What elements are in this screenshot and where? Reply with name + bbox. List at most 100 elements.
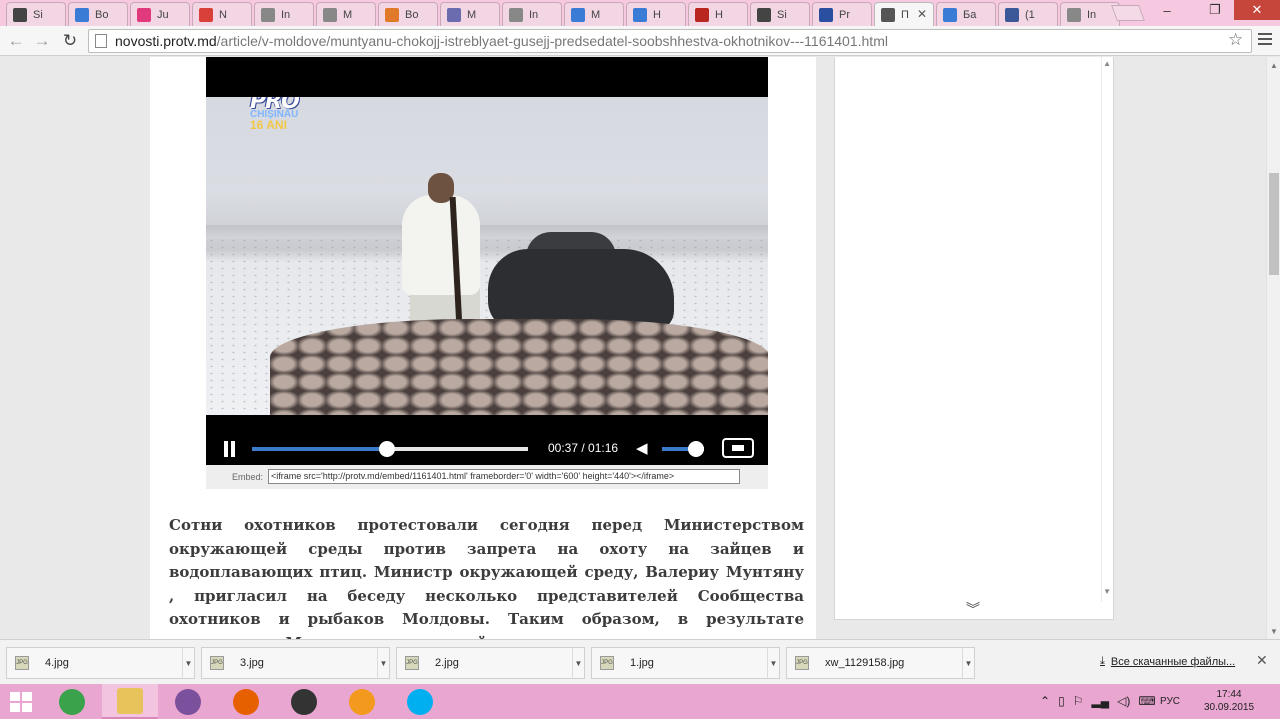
volume-slider[interactable] bbox=[662, 441, 704, 457]
embed-code-field[interactable]: <iframe src='http://protv.md/embed/11614… bbox=[268, 469, 740, 484]
tab-label: N bbox=[219, 8, 227, 21]
fullscreen-icon[interactable] bbox=[722, 438, 754, 458]
device-icon[interactable]: ▯ bbox=[1058, 694, 1065, 708]
chevron-up-icon[interactable]: ⌃ bbox=[1040, 694, 1050, 708]
show-all-downloads-link[interactable]: ⤓ Все скачанные файлы... bbox=[1100, 655, 1235, 668]
chevron-down-icon[interactable]: ▼ bbox=[182, 648, 194, 678]
blocks-icon bbox=[75, 7, 89, 22]
browser-tab[interactable]: Bo bbox=[378, 2, 438, 26]
video-frame[interactable]: PRO CHIȘINĂU 16 ANI bbox=[206, 97, 768, 415]
video-player[interactable]: PRO CHIȘINĂU 16 ANI 00:37 / 01:16 ◀ bbox=[206, 57, 768, 465]
clock[interactable]: 17:44 30.09.2015 bbox=[1198, 688, 1260, 714]
download-item[interactable]: JPG 1.jpg ▼ bbox=[591, 647, 780, 679]
language-indicator[interactable]: РУС bbox=[1160, 696, 1180, 707]
chevron-down-icon[interactable]: ▼ bbox=[962, 648, 974, 678]
restore-icon[interactable]: ❐ bbox=[1198, 0, 1232, 20]
reload-icon[interactable]: ↻ bbox=[60, 31, 80, 51]
address-bar[interactable]: novosti.protv.md /article/v-moldove/munt… bbox=[88, 29, 1252, 53]
system-tray: ⌃ ▯ ⚐ ▂▄ ◁) ⌨ bbox=[1040, 694, 1156, 708]
article-column: PRO CHIȘINĂU 16 ANI 00:37 / 01:16 ◀ Embe… bbox=[150, 57, 816, 639]
taskbar-app[interactable] bbox=[160, 684, 216, 719]
network-icon[interactable]: ▂▄ bbox=[1091, 694, 1109, 708]
tab-label: Si bbox=[33, 8, 43, 21]
browser-tab[interactable]: Ба bbox=[936, 2, 996, 26]
scrollbar-thumb[interactable] bbox=[1269, 173, 1279, 275]
tab-label: Bo bbox=[405, 8, 419, 21]
minimize-icon[interactable]: – bbox=[1150, 0, 1184, 20]
close-window-icon[interactable]: ✕ bbox=[1234, 0, 1280, 20]
seek-handle[interactable] bbox=[379, 441, 396, 457]
web-page: PRO CHIȘINĂU 16 ANI 00:37 / 01:16 ◀ Embe… bbox=[0, 57, 1266, 639]
image-file-icon: JPG bbox=[210, 656, 224, 670]
sidebar-scrollbar[interactable]: ▲ ▼ bbox=[1101, 57, 1113, 602]
download-item[interactable]: JPG 2.jpg ▼ bbox=[396, 647, 585, 679]
download-filename: 4.jpg bbox=[45, 657, 69, 669]
browser-tab[interactable]: H bbox=[626, 2, 686, 26]
tab-label: In bbox=[281, 8, 291, 21]
letter-b-icon bbox=[943, 7, 957, 22]
browser-tab[interactable]: M bbox=[564, 2, 624, 26]
chevron-down-icon[interactable]: ▼ bbox=[767, 648, 779, 678]
chevron-down-icon[interactable]: ▼ bbox=[572, 648, 584, 678]
volume-handle[interactable] bbox=[687, 441, 704, 457]
chevron-down-icon[interactable]: ▼ bbox=[377, 648, 389, 678]
download-item[interactable]: JPG 4.jpg ▼ bbox=[6, 647, 195, 679]
tab-label: In bbox=[529, 8, 539, 21]
tab-label: П bbox=[901, 8, 909, 21]
scroll-down-icon[interactable]: ▼ bbox=[1103, 587, 1111, 596]
browser-tab[interactable]: Si bbox=[6, 2, 66, 26]
tab-label: Ju bbox=[157, 8, 169, 21]
taskbar-app[interactable] bbox=[44, 684, 100, 719]
scroll-up-icon[interactable]: ▲ bbox=[1270, 61, 1278, 70]
seek-bar[interactable] bbox=[252, 441, 528, 457]
scroll-down-icon[interactable]: ▼ bbox=[1270, 627, 1278, 636]
flag-icon[interactable]: ⚐ bbox=[1073, 694, 1084, 708]
browser-tab[interactable]: N bbox=[192, 2, 252, 26]
tab-label: M bbox=[343, 8, 353, 21]
browser-tab[interactable]: In bbox=[254, 2, 314, 26]
taskbar-app[interactable] bbox=[334, 684, 390, 719]
image-file-icon: JPG bbox=[15, 656, 29, 670]
embed-label: Embed: bbox=[232, 472, 264, 482]
download-item[interactable]: JPG xw_1129158.jpg ▼ bbox=[786, 647, 975, 679]
browser-tab[interactable]: M bbox=[316, 2, 376, 26]
image-file-icon: JPG bbox=[405, 656, 419, 670]
bookmark-star-icon[interactable]: ☆ bbox=[1228, 30, 1243, 50]
browser-tab[interactable]: Si bbox=[750, 2, 810, 26]
image-file-icon: JPG bbox=[795, 656, 809, 670]
taskbar-app[interactable] bbox=[276, 684, 332, 719]
close-downloads-icon[interactable]: ✕ bbox=[1256, 652, 1268, 669]
page-scrollbar[interactable]: ▲ ▼ bbox=[1266, 57, 1280, 639]
keyboard-icon[interactable]: ⌨ bbox=[1138, 694, 1155, 708]
speaker-icon[interactable]: ◁) bbox=[1117, 694, 1130, 708]
page-icon bbox=[1067, 7, 1081, 22]
volume-icon[interactable]: ◀ bbox=[636, 439, 648, 457]
menu-icon[interactable] bbox=[1258, 33, 1272, 45]
new-tab-button[interactable] bbox=[1111, 5, 1145, 21]
double-chevron-down-icon[interactable]: ︾ bbox=[966, 599, 980, 619]
browser-tab[interactable]: (1 bbox=[998, 2, 1058, 26]
tab-label: H bbox=[653, 8, 661, 21]
file-explorer-icon bbox=[117, 687, 143, 714]
video-controls: 00:37 / 01:16 ◀ bbox=[206, 415, 768, 465]
windows-start-icon[interactable] bbox=[10, 692, 32, 712]
browser-tab[interactable]: H bbox=[688, 2, 748, 26]
grid-icon bbox=[447, 7, 461, 22]
browser-tab[interactable]: Pr bbox=[812, 2, 872, 26]
firefox-icon bbox=[233, 688, 259, 715]
sidebar-frame: ▲ ▼ bbox=[834, 57, 1114, 620]
taskbar-app[interactable] bbox=[218, 684, 274, 719]
pause-icon[interactable] bbox=[224, 441, 236, 457]
taskbar-app[interactable] bbox=[102, 684, 158, 719]
browser-tab[interactable]: Ju bbox=[130, 2, 190, 26]
browser-tab[interactable]: П ✕ bbox=[874, 2, 934, 26]
taskbar-app[interactable] bbox=[392, 684, 448, 719]
browser-tab[interactable]: In bbox=[502, 2, 562, 26]
back-icon[interactable]: ← bbox=[6, 31, 26, 51]
browser-tab[interactable]: Bo bbox=[68, 2, 128, 26]
scroll-up-icon[interactable]: ▲ bbox=[1103, 59, 1111, 68]
close-tab-icon[interactable]: ✕ bbox=[917, 7, 927, 21]
browser-tab[interactable]: M bbox=[440, 2, 500, 26]
download-item[interactable]: JPG 3.jpg ▼ bbox=[201, 647, 390, 679]
forward-icon[interactable]: → bbox=[32, 31, 52, 51]
